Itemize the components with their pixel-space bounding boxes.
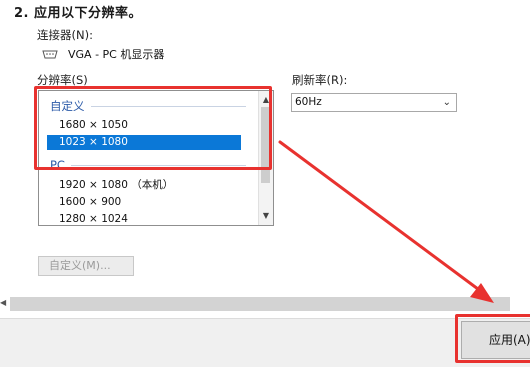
refresh-rate-dropdown[interactable]: 60Hz ⌄ [291,93,457,112]
step-heading: 2. 应用以下分辨率。 [14,6,143,21]
scroll-left-icon[interactable]: ◀ [0,298,6,307]
vga-connector-icon [42,50,58,58]
custom-resolution-button[interactable]: 自定义(M)... [38,256,134,276]
bottom-bar [0,318,530,367]
refresh-rate-label: 刷新率(R): [292,73,348,87]
connector-value: VGA - PC 机显示器 [68,48,165,61]
annotation-highlight-apply [455,314,530,363]
connector-label: 连接器(N): [37,28,93,42]
scroll-down-icon[interactable]: ▼ [259,210,273,222]
horizontal-scrollbar[interactable]: ◀ [0,297,530,311]
resolution-item[interactable]: 1600 × 900 [47,195,241,210]
annotation-highlight-list [34,86,272,170]
connector-row: VGA - PC 机显示器 [42,46,164,62]
resolution-item[interactable]: 1920 × 1080 （本机） [47,178,241,193]
resolution-item[interactable]: 1280 × 1024 [47,212,241,225]
chevron-down-icon[interactable]: ⌄ [443,95,451,110]
horizontal-scroll-thumb[interactable] [10,297,510,311]
refresh-rate-value: 60Hz [295,96,322,108]
